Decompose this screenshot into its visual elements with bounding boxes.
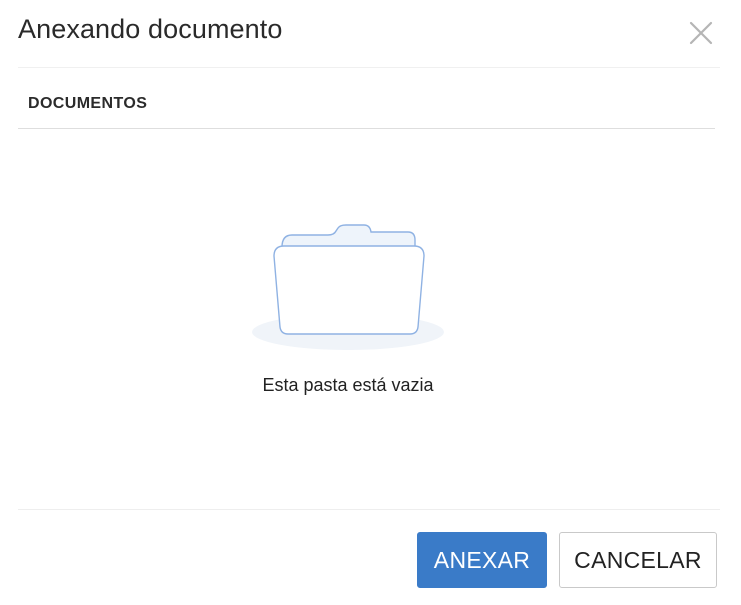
- header-divider: [18, 67, 720, 68]
- close-icon[interactable]: [686, 18, 716, 48]
- cancel-button[interactable]: CANCELAR: [559, 532, 717, 588]
- folder-icon: [248, 212, 448, 357]
- section-divider: [18, 128, 715, 129]
- footer-divider: [18, 509, 720, 510]
- empty-folder-message: Esta pasta está vazia: [262, 375, 434, 395]
- dialog-header: Anexando documento: [0, 0, 741, 68]
- dialog-title: Anexando documento: [18, 14, 283, 44]
- attach-document-dialog: Anexando documento DOCUMENTOS Esta pasta…: [0, 0, 741, 605]
- attach-button[interactable]: ANEXAR: [417, 532, 547, 588]
- section-label-documents: DOCUMENTOS: [28, 95, 148, 112]
